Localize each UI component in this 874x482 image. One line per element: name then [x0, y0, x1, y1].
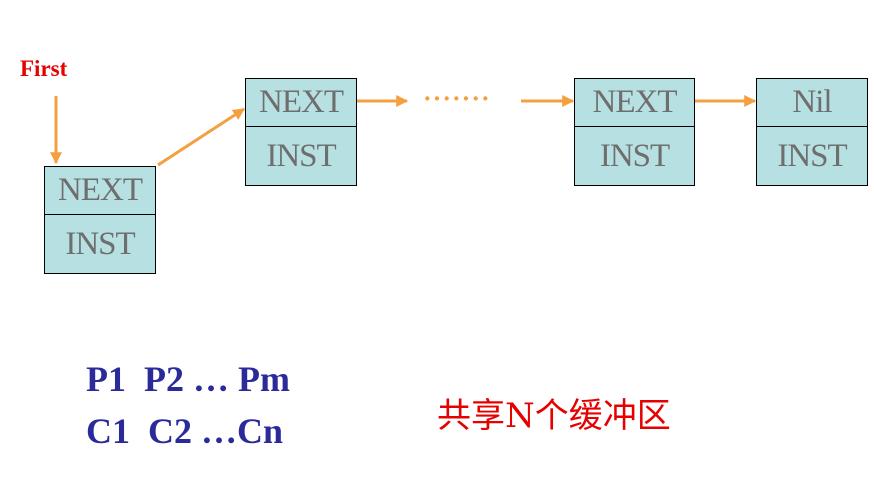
- buffer-node-1: NEXT INST: [44, 166, 156, 274]
- shared-buffers-label: 共享N个缓冲区: [437, 396, 671, 436]
- inst-field: INST: [777, 137, 847, 174]
- next-field: NEXT: [246, 79, 356, 127]
- inst-field: INST: [65, 225, 135, 262]
- inst-field: INST: [266, 137, 336, 174]
- nil-field: Nil: [757, 79, 867, 127]
- next-field: NEXT: [45, 167, 155, 215]
- producers-line: P1 P2 … Pm: [86, 359, 290, 399]
- first-pointer-label: First: [20, 56, 68, 81]
- inst-field: INST: [599, 137, 670, 174]
- buffer-node-3: NEXT INST: [574, 78, 695, 186]
- next-field: NEXT: [575, 79, 694, 127]
- node1-to-node2-arrow: [157, 107, 246, 167]
- buffer-node-2: NEXT INST: [245, 78, 357, 186]
- consumers-line: C1 C2 …Cn: [86, 411, 284, 451]
- ellipsis-dots: ·······: [423, 84, 491, 113]
- linked-buffer-diagram: First NEXT INST NEXT INST ······· NEXT I…: [0, 0, 874, 482]
- buffer-node-4: Nil INST: [756, 78, 868, 186]
